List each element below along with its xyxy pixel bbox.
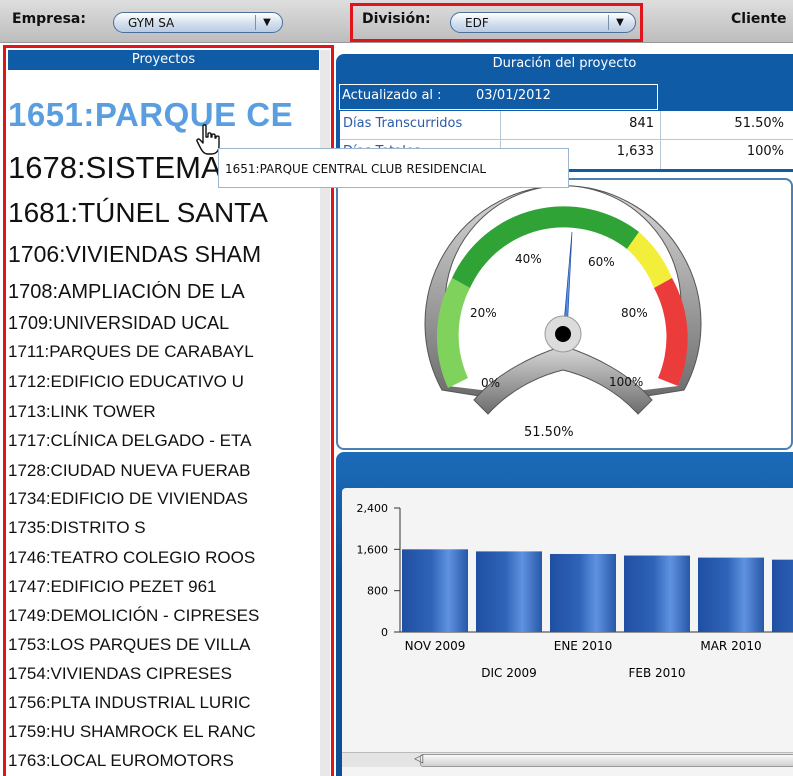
elapsed-days-value: 841	[629, 116, 654, 131]
cliente-label: Cliente	[731, 11, 787, 27]
project-item[interactable]: 1681:TÚNEL SANTA	[8, 197, 320, 229]
empresa-dropdown[interactable]: GYM SA ▼	[113, 12, 283, 33]
gauge-value: 51.50%	[524, 425, 574, 440]
project-item[interactable]: 1759:HU SHAMROCK EL RANC	[8, 722, 320, 742]
project-tooltip: 1651:PARQUE CENTRAL CLUB RESIDENCIAL	[218, 148, 569, 188]
x-category-label: FEB 2010	[628, 666, 685, 680]
y-tick-label: 2,400	[357, 502, 389, 515]
project-item[interactable]: 1756:PLTA INDUSTRIAL LURIC	[8, 693, 320, 713]
division-dropdown[interactable]: EDF ▼	[450, 12, 636, 33]
project-item[interactable]: 1749:DEMOLICIÓN - CIPRESES	[8, 606, 320, 626]
total-days-value: 1,633	[616, 144, 654, 159]
bar	[698, 557, 764, 632]
empresa-label: Empresa:	[12, 11, 86, 27]
elapsed-days-pct: 51.50%	[734, 116, 784, 131]
col-divider	[660, 111, 661, 169]
gauge-tick-60: 60%	[588, 255, 615, 269]
elapsed-days-label: Días Transcurridos	[343, 116, 463, 131]
chart-scroll-thumb[interactable]	[420, 754, 793, 767]
project-item[interactable]: 1734:EDIFICIO DE VIVIENDAS	[8, 489, 320, 509]
bar	[402, 549, 468, 632]
project-item[interactable]: 1754:VIVIENDAS CIPRESES	[8, 664, 320, 684]
project-item[interactable]: 1735:DISTRITO S	[8, 518, 320, 538]
y-tick-label: 800	[367, 585, 388, 598]
bar	[550, 553, 616, 632]
gauge-tick-20: 20%	[470, 306, 497, 320]
x-category-label: MAR 2010	[700, 639, 761, 653]
project-item[interactable]: 1712:EDIFICIO EDUCATIVO U	[8, 372, 320, 392]
row-divider	[340, 139, 793, 140]
project-item[interactable]: 1728:CIUDAD NUEVA FUERAB	[8, 461, 320, 481]
bar	[476, 551, 542, 632]
x-category-label: NOV 2009	[405, 639, 466, 653]
x-category-label: ENE 2010	[554, 639, 613, 653]
division-value: EDF	[465, 16, 489, 30]
project-item[interactable]: 1651:PARQUE CE	[8, 96, 320, 134]
empresa-value: GYM SA	[128, 16, 175, 30]
project-item[interactable]: 1753:LOS PARQUES DE VILLA	[8, 635, 320, 655]
project-item[interactable]: 1763:LOCAL EUROMOTORS	[8, 751, 320, 771]
updated-label: Actualizado al :	[342, 88, 442, 103]
chevron-down-icon: ▼	[608, 15, 631, 30]
duration-title: Duración del proyecto	[492, 56, 637, 71]
gauge-tick-40: 40%	[515, 252, 542, 266]
y-tick-label: 0	[381, 626, 388, 639]
gauge-tick-80: 80%	[621, 306, 648, 320]
project-item[interactable]: 1711:PARQUES DE CARABAYL	[8, 342, 320, 362]
chart-scrollbar[interactable]: ◁	[342, 751, 793, 767]
chevron-down-icon: ▼	[255, 15, 278, 30]
gauge-tick-100: 100%	[609, 375, 644, 389]
gauge-tick-0: 0%	[481, 376, 501, 390]
projects-header: Proyectos	[8, 50, 319, 70]
division-label: División:	[362, 11, 431, 27]
project-item[interactable]: 1746:TEATRO COLEGIO ROOS	[8, 548, 320, 568]
project-item[interactable]: 1713:LINK TOWER	[8, 402, 320, 422]
bar	[772, 559, 793, 632]
bar	[624, 555, 690, 632]
x-category-label: DIC 2009	[481, 666, 537, 680]
project-item[interactable]: 1747:EDIFICIO PEZET 961	[8, 577, 320, 597]
updated-date: 03/01/2012	[476, 88, 551, 103]
bar-chart: 0 800 1,600 2,400 NOV 2009 DIC 2009 ENE 2010 FE…	[357, 502, 793, 680]
project-item[interactable]: 1708:AMPLIACIÓN DE LA	[8, 281, 320, 304]
y-tick-label: 1,600	[357, 543, 389, 556]
project-item[interactable]: 1709:UNIVERSIDAD UCAL	[8, 313, 320, 334]
total-days-pct: 100%	[746, 144, 784, 159]
project-item[interactable]: 1717:CLÍNICA DELGADO - ETA	[8, 431, 320, 451]
project-item[interactable]: 1706:VIVIENDAS SHAM	[8, 241, 320, 268]
scroll-handle-icon[interactable]: ◁	[414, 751, 423, 765]
gauge-chart	[424, 185, 702, 415]
